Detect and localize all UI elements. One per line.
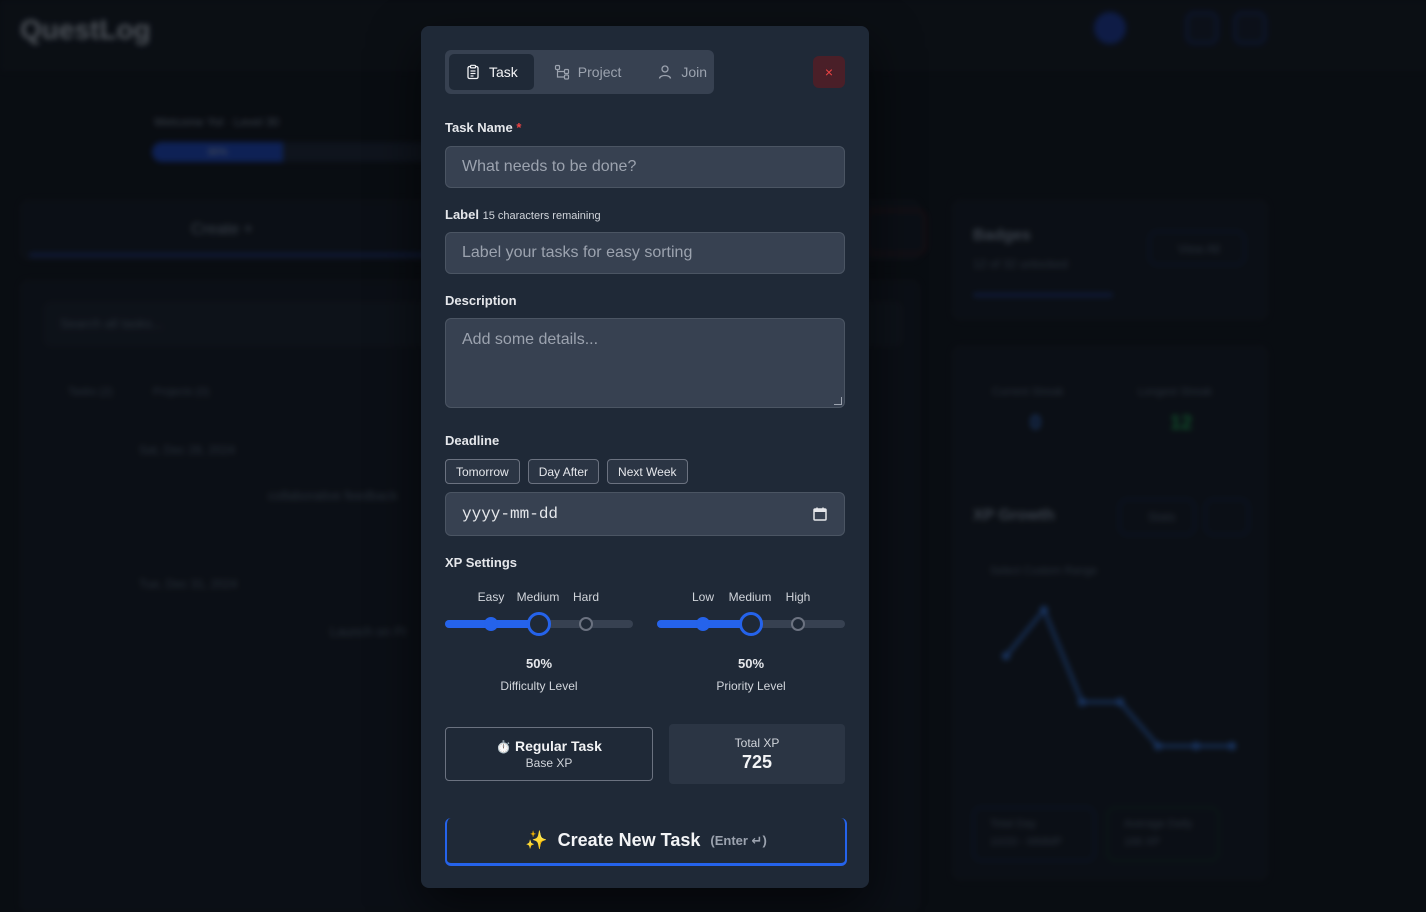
modal-tabs: Task Project Join [445, 50, 714, 94]
priority-track[interactable] [657, 612, 845, 636]
create-modal: Task Project Join × Task Name * What nee… [421, 26, 869, 888]
task-name-label: Task Name * [445, 120, 521, 135]
task-name-label-text: Task Name [445, 120, 513, 135]
priority-stop-low[interactable] [696, 617, 710, 631]
tab-task[interactable]: Task [449, 54, 534, 90]
tab-project[interactable]: Project [538, 54, 638, 90]
total-xp-label: Total XP [734, 735, 780, 750]
deadline-tomorrow-button[interactable]: Tomorrow [445, 459, 520, 484]
description-placeholder: Add some details... [462, 331, 599, 348]
deadline-label: Deadline [445, 433, 500, 448]
difficulty-hard-label: Hard [572, 590, 600, 604]
xp-settings-label: XP Settings [445, 555, 518, 570]
create-task-button[interactable]: ✨ Create New Task (Enter ↵) [445, 818, 847, 866]
task-type-title: ⏱️ Regular Task [496, 738, 602, 754]
description-textarea[interactable]: Add some details... [445, 318, 845, 408]
deadline-next-week-button[interactable]: Next Week [607, 459, 688, 484]
priority-low-label: Low [691, 590, 715, 604]
close-icon: × [824, 64, 834, 80]
difficulty-easy-label: Easy [477, 590, 505, 604]
task-name-placeholder: What needs to be done? [462, 158, 637, 175]
priority-slider-thumb[interactable] [738, 612, 763, 636]
difficulty-stop-easy[interactable] [484, 617, 498, 631]
calendar-icon[interactable] [812, 506, 828, 522]
tab-project-label: Project [577, 64, 622, 80]
stopwatch-icon: ⏱️ [496, 740, 512, 754]
tab-task-label: Task [489, 64, 518, 80]
priority-stop-high[interactable] [791, 617, 805, 631]
difficulty-medium-label: Medium [516, 590, 560, 604]
priority-level-label: Priority Level [716, 679, 786, 693]
task-type-subtitle: Base XP [525, 756, 573, 770]
description-label: Description [445, 293, 517, 308]
deadline-date-input[interactable]: yyyy-mm-dd [445, 492, 845, 536]
tab-join-label: Join [681, 64, 708, 80]
resize-handle[interactable] [834, 397, 842, 405]
sparkles-icon: ✨ [525, 830, 548, 850]
project-tree-icon [554, 64, 569, 80]
task-type-button[interactable]: ⏱️ Regular Task Base XP [445, 727, 653, 781]
task-name-input[interactable]: What needs to be done? [445, 146, 845, 188]
label-input[interactable]: Label your tasks for easy sorting [445, 232, 845, 274]
label-characters-remaining: 15 characters remaining [482, 210, 601, 222]
enter-shortcut-hint: (Enter ↵) [710, 832, 767, 848]
tab-join[interactable]: Join [641, 54, 723, 90]
difficulty-track[interactable] [445, 612, 633, 636]
priority-percent: 50% [737, 656, 765, 671]
priority-high-label: High [785, 590, 811, 604]
difficulty-stop-hard[interactable] [579, 617, 593, 631]
priority-medium-label: Medium [728, 590, 772, 604]
task-type-title-text: Regular Task [514, 738, 602, 754]
deadline-day-after-button[interactable]: Day After [527, 459, 600, 484]
label-placeholder: Label your tasks for easy sorting [462, 244, 693, 261]
priority-stops: Low Medium High [657, 590, 845, 606]
difficulty-level-label: Difficulty Level [500, 679, 578, 693]
required-mark: * [516, 120, 522, 135]
close-button[interactable]: × [813, 56, 845, 88]
total-xp-card: Total XP 725 [669, 724, 845, 784]
create-task-label: Create New Task [557, 830, 701, 850]
difficulty-slider-thumb[interactable] [526, 612, 551, 636]
label-field-label-text: Label [445, 207, 479, 222]
deadline-quick-options: Tomorrow Day After Next Week [445, 459, 688, 484]
date-placeholder: yyyy-mm-dd [462, 505, 559, 523]
label-field-label: Label 15 characters remaining [445, 207, 601, 222]
clipboard-icon [467, 64, 479, 80]
difficulty-stops: Easy Medium Hard [445, 590, 633, 606]
difficulty-percent: 50% [525, 656, 553, 671]
total-xp-value: 725 [741, 751, 773, 772]
user-icon [659, 65, 672, 79]
difficulty-slider: Easy Medium Hard 50% Difficulty Level [445, 590, 633, 693]
priority-slider: Low Medium High 50% Priority Level [657, 590, 845, 693]
